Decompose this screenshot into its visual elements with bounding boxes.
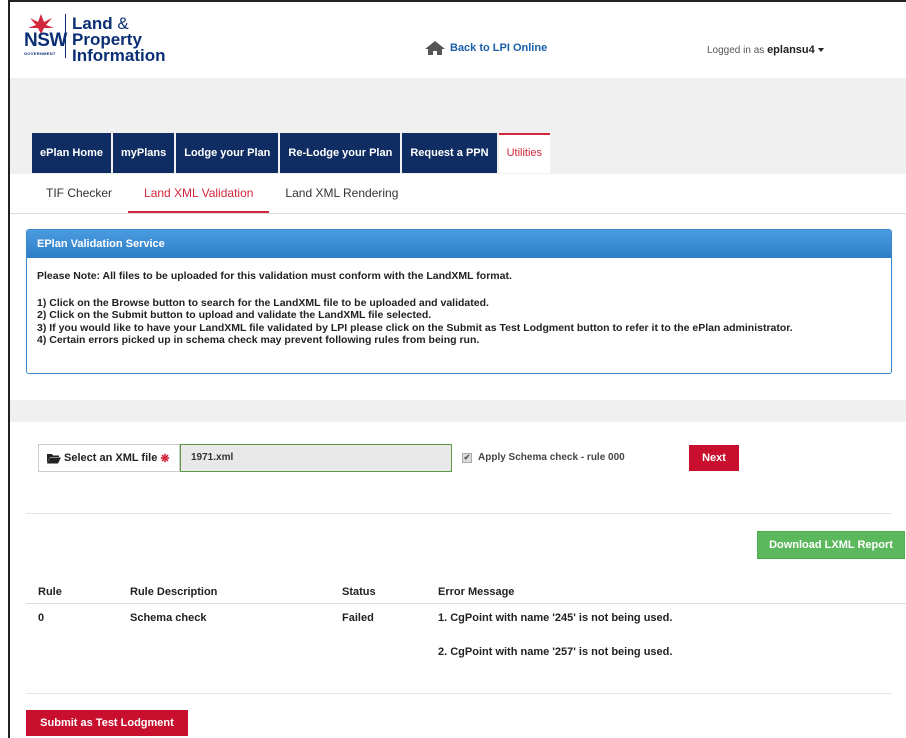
cell-rule-description: Schema check (130, 612, 207, 624)
nav-eplan-home[interactable]: ePlan Home (32, 133, 111, 173)
tab-tif-checker[interactable]: TIF Checker (30, 174, 128, 213)
nav-relodge-plan[interactable]: Re-Lodge your Plan (280, 133, 401, 173)
validation-info-panel: EPlan Validation Service Please Note: Al… (26, 229, 892, 374)
tab-land-xml-rendering[interactable]: Land XML Rendering (269, 174, 414, 213)
panel-step-3: 3) If you would like to have your LandXM… (37, 321, 793, 334)
download-lxml-report-button[interactable]: Download LXML Report (757, 531, 905, 559)
logo-government-text: GOVERNMENT (24, 51, 56, 56)
upload-row: Select an XML file ❋ 1971.xml (38, 444, 452, 472)
divider (26, 693, 892, 694)
caret-down-icon (817, 48, 824, 53)
logo-nsw-text: NSW (24, 30, 67, 51)
panel-step-2: 2) Click on the Submit button to upload … (37, 309, 432, 321)
page-frame: NSW GOVERNMENT Land & Property Informati… (8, 0, 906, 738)
next-button[interactable]: Next (689, 445, 739, 471)
header-rule-description: Rule Description (130, 586, 218, 598)
panel-step-1: 1) Click on the Browse button to search … (37, 296, 489, 309)
schema-check-option[interactable]: ✔ Apply Schema check - rule 000 (462, 452, 625, 463)
username: eplansu4 (767, 44, 815, 56)
nav-utilities[interactable]: Utilities (498, 133, 551, 173)
schema-check-label: Apply Schema check - rule 000 (478, 452, 625, 463)
utilities-subtabs: TIF Checker Land XML Validation Land XML… (10, 174, 906, 214)
main-nav: ePlan Home myPlans Lodge your Plan Re-Lo… (32, 133, 551, 173)
tab-land-xml-validation[interactable]: Land XML Validation (128, 174, 270, 213)
nav-lodge-plan[interactable]: Lodge your Plan (176, 133, 279, 173)
error-message-2: 2. CgPoint with name '257' is not being … (438, 646, 673, 658)
divider (26, 513, 892, 514)
header-error-message: Error Message (438, 586, 515, 598)
back-link-label: Back to LPI Online (450, 42, 548, 54)
panel-step-4: 4) Certain errors picked up in schema ch… (37, 334, 480, 346)
nav-request-ppn[interactable]: Request a PPN (402, 133, 497, 173)
nav-myplans[interactable]: myPlans (112, 133, 175, 173)
logo-divider (65, 14, 66, 58)
select-file-label: Select an XML file (64, 452, 158, 464)
selected-file-field[interactable]: 1971.xml (180, 444, 452, 472)
header-rule: Rule (38, 586, 62, 598)
back-to-lpi-link[interactable]: Back to LPI Online (424, 40, 547, 56)
header-status: Status (342, 586, 376, 598)
table-row: 0 Schema check Failed 1. CgPoint with na… (26, 604, 906, 680)
schema-check-checkbox[interactable]: ✔ (462, 452, 472, 463)
cell-rule: 0 (38, 612, 45, 624)
lpi-logo[interactable]: NSW GOVERNMENT Land & Property Informati… (22, 12, 192, 64)
required-asterisk-icon: ❋ (160, 452, 170, 465)
folder-open-icon (47, 453, 61, 464)
select-xml-file-button[interactable]: Select an XML file ❋ (38, 444, 180, 472)
results-header-row: Rule Rule Description Status Error Messa… (26, 580, 906, 604)
logo-information: Information (72, 46, 166, 65)
cell-error-messages: 1. CgPoint with name '245' is not being … (426, 612, 906, 680)
panel-body: Please Note: All files to be uploaded fo… (27, 258, 891, 359)
user-menu[interactable]: Logged in as eplansu4 (707, 44, 824, 56)
site-header: NSW GOVERNMENT Land & Property Informati… (10, 2, 906, 78)
results-table: Rule Rule Description Status Error Messa… (26, 580, 906, 680)
panel-title: EPlan Validation Service (27, 230, 891, 258)
panel-note: Please Note: All files to be uploaded fo… (37, 270, 512, 282)
cell-status: Failed (342, 612, 374, 624)
logged-in-label: Logged in as (707, 45, 765, 56)
logo-title: Land & Property Information (72, 15, 192, 65)
section-divider-band (10, 400, 906, 422)
home-icon (424, 40, 446, 56)
submit-test-lodgment-button[interactable]: Submit as Test Lodgment (26, 710, 188, 736)
error-message-1: 1. CgPoint with name '245' is not being … (438, 612, 673, 624)
nav-band: ePlan Home myPlans Lodge your Plan Re-Lo… (10, 78, 906, 174)
